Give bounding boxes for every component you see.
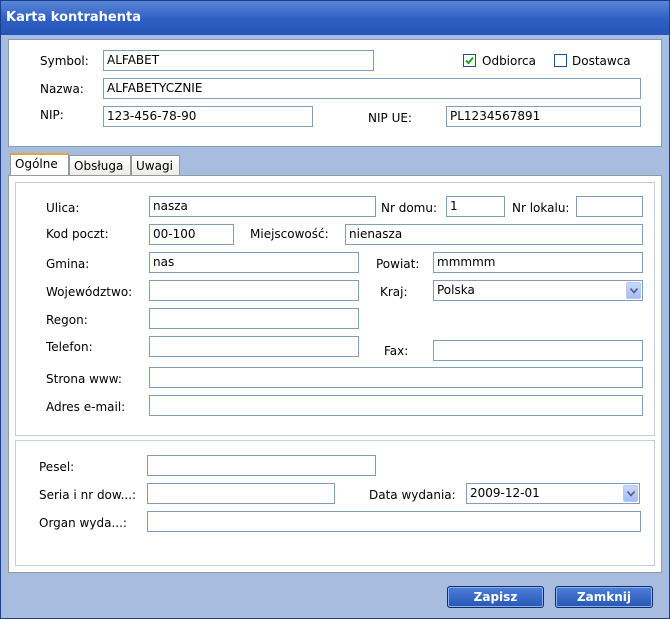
symbol-input[interactable]: ALFABET xyxy=(103,50,374,71)
save-button[interactable]: Zapisz xyxy=(447,586,544,608)
wojewodztwo-label: Województwo: xyxy=(46,285,133,299)
seria-input[interactable] xyxy=(147,483,335,504)
telefon-input[interactable] xyxy=(149,336,359,357)
ulica-label: Ulica: xyxy=(46,201,80,215)
personal-section: Pesel: Seria i nr dow...: Data wydania: … xyxy=(15,440,655,566)
odbiorca-label: Odbiorca xyxy=(482,54,536,68)
organ-label: Organ wyda...: xyxy=(39,516,127,530)
regon-input[interactable] xyxy=(149,308,359,329)
email-input[interactable] xyxy=(149,395,643,416)
dostawca-checkbox[interactable] xyxy=(554,54,567,67)
close-button[interactable]: Zamknij xyxy=(555,586,653,608)
miejscowosc-label: Miejscowość: xyxy=(250,227,329,241)
nrlokalu-input[interactable] xyxy=(576,196,643,217)
tab-content: Ulica: nasza Nr domu: 1 Nr lokalu: Kod p… xyxy=(8,175,662,573)
powiat-input[interactable]: mmmmm xyxy=(433,252,643,273)
organ-input[interactable] xyxy=(147,511,641,532)
gmina-label: Gmina: xyxy=(46,257,90,271)
header-panel: Symbol: ALFABET Odbiorca Dostawca Nazwa:… xyxy=(8,39,662,147)
nip-input[interactable]: 123-456-78-90 xyxy=(103,106,313,127)
www-label: Strona www: xyxy=(46,372,122,386)
checkmark-icon xyxy=(465,56,474,65)
kraj-dropdown-button[interactable] xyxy=(626,282,641,299)
pesel-label: Pesel: xyxy=(39,460,75,474)
fax-input[interactable] xyxy=(433,340,643,361)
www-input[interactable] xyxy=(149,367,643,388)
kraj-label: Kraj: xyxy=(380,285,408,299)
data-wydania-value: 2009-12-01 xyxy=(470,486,540,500)
ulica-input[interactable]: nasza xyxy=(149,196,376,217)
window-title: Karta kontrahenta xyxy=(6,10,141,25)
address-section: Ulica: nasza Nr domu: 1 Nr lokalu: Kod p… xyxy=(15,182,655,436)
dostawca-label: Dostawca xyxy=(572,54,631,68)
miejscowosc-input[interactable]: nienasza xyxy=(345,224,643,245)
seria-label: Seria i nr dow...: xyxy=(39,488,137,502)
nipue-input[interactable]: PL1234567891 xyxy=(446,106,641,127)
kod-input[interactable]: 00-100 xyxy=(149,224,234,245)
odbiorca-checkbox[interactable] xyxy=(463,54,476,67)
chevron-down-icon xyxy=(627,491,635,497)
tab-label: Obsługa xyxy=(74,159,124,173)
tab-label: Ogólne xyxy=(15,157,58,171)
nipue-label: NIP UE: xyxy=(368,111,412,125)
pesel-input[interactable] xyxy=(147,455,376,476)
nip-label: NIP: xyxy=(40,108,64,122)
kraj-value: Polska xyxy=(437,283,475,297)
chevron-down-icon xyxy=(630,288,638,294)
nrdomu-input[interactable]: 1 xyxy=(446,196,505,217)
nazwa-label: Nazwa: xyxy=(40,82,84,96)
tab-uwagi[interactable]: Uwagi xyxy=(131,155,180,176)
symbol-label: Symbol: xyxy=(40,54,89,68)
fax-label: Fax: xyxy=(384,344,409,358)
date-dropdown-button[interactable] xyxy=(623,485,638,502)
nrlokalu-label: Nr lokalu: xyxy=(512,201,570,215)
title-bar[interactable]: Karta kontrahenta xyxy=(1,1,669,35)
powiat-label: Powiat: xyxy=(376,257,420,271)
nazwa-input[interactable]: ALFABETYCZNIE xyxy=(103,78,641,99)
kod-label: Kod poczt: xyxy=(46,227,109,241)
nrdomu-label: Nr domu: xyxy=(381,201,438,215)
tab-label: Uwagi xyxy=(136,159,173,173)
regon-label: Regon: xyxy=(46,313,88,327)
dialog-window: Karta kontrahenta Symbol: ALFABET Odbior… xyxy=(0,0,670,619)
telefon-label: Telefon: xyxy=(46,340,93,354)
tab-obsluga[interactable]: Obsługa xyxy=(69,155,131,176)
data-wydania-label: Data wydania: xyxy=(369,488,456,502)
email-label: Adres e-mail: xyxy=(46,400,126,414)
tab-ogolne[interactable]: Ogólne xyxy=(10,153,69,176)
data-wydania-picker[interactable]: 2009-12-01 xyxy=(466,483,640,504)
gmina-input[interactable]: nas xyxy=(149,252,359,273)
wojewodztwo-input[interactable] xyxy=(149,280,359,301)
kraj-select[interactable]: Polska xyxy=(433,280,643,301)
